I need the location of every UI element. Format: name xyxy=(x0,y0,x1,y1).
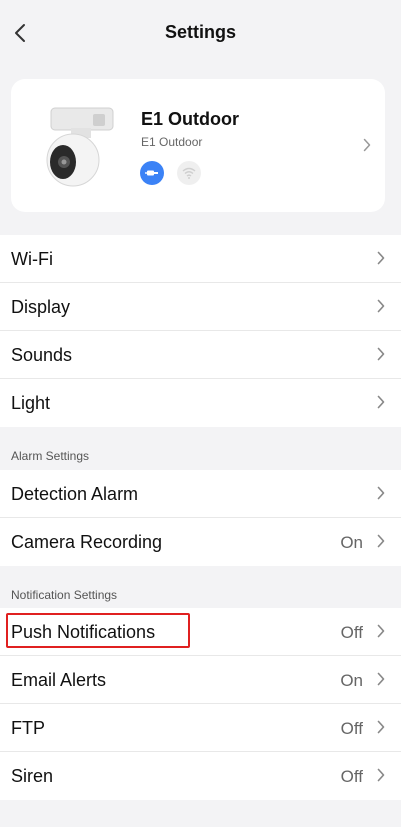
chevron-right-icon xyxy=(377,395,385,409)
settings-row-detection-alarm[interactable]: Detection Alarm xyxy=(0,470,401,518)
settings-row-email-alerts[interactable]: Email Alerts On xyxy=(0,656,401,704)
wifi-icon xyxy=(182,167,196,179)
chevron-right-icon xyxy=(377,768,385,782)
chevron-right-icon xyxy=(377,486,385,500)
chevron-right-icon xyxy=(377,534,385,548)
row-label: Camera Recording xyxy=(11,532,163,552)
chevron-right-icon xyxy=(377,720,385,734)
row-label: Siren xyxy=(11,766,54,786)
row-label: Light xyxy=(11,393,51,413)
ethernet-icon xyxy=(145,170,158,176)
camera-image xyxy=(46,107,114,187)
section-title-notification: Notification Settings xyxy=(11,588,118,602)
chevron-right-icon xyxy=(377,624,385,638)
settings-row-display[interactable]: Display xyxy=(0,283,401,331)
chevron-right-icon xyxy=(377,347,385,361)
device-card[interactable]: E1 Outdoor E1 Outdoor xyxy=(11,79,385,212)
settings-row-push-notifications[interactable]: Push Notifications Off xyxy=(0,608,401,656)
chevron-right-icon xyxy=(377,299,385,313)
wired-connection-badge xyxy=(140,161,164,185)
chevron-right-icon xyxy=(377,251,385,265)
row-value: Off xyxy=(340,767,363,786)
chevron-right-icon xyxy=(363,138,371,152)
row-label: FTP xyxy=(11,718,45,738)
row-label: Wi-Fi xyxy=(11,249,53,269)
row-label: Push Notifications xyxy=(11,622,156,642)
row-value: Off xyxy=(340,719,363,738)
settings-row-camera-recording[interactable]: Camera Recording On xyxy=(0,518,401,566)
row-label: Detection Alarm xyxy=(11,484,139,504)
device-settings-group: Wi-Fi Display Sounds Light xyxy=(0,235,401,427)
device-model: E1 Outdoor xyxy=(141,135,203,149)
notification-settings-group: Push Notifications Off Email Alerts On F… xyxy=(0,608,401,800)
row-label: Sounds xyxy=(11,345,73,365)
settings-row-ftp[interactable]: FTP Off xyxy=(0,704,401,752)
header: Settings xyxy=(0,0,401,66)
section-title-alarm: Alarm Settings xyxy=(11,449,90,463)
device-name: E1 Outdoor xyxy=(141,109,239,129)
row-label: Display xyxy=(11,297,71,317)
settings-row-wifi[interactable]: Wi-Fi xyxy=(0,235,401,283)
settings-row-light[interactable]: Light xyxy=(0,379,401,427)
row-value: On xyxy=(340,533,363,552)
page-title: Settings xyxy=(164,22,236,42)
chevron-right-icon xyxy=(377,672,385,686)
row-label: Email Alerts xyxy=(11,670,107,690)
row-value: Off xyxy=(340,623,363,642)
wifi-status-badge xyxy=(177,161,201,185)
row-value: On xyxy=(340,671,363,690)
settings-row-siren[interactable]: Siren Off xyxy=(0,752,401,800)
settings-row-sounds[interactable]: Sounds xyxy=(0,331,401,379)
alarm-settings-group: Detection Alarm Camera Recording On xyxy=(0,470,401,566)
